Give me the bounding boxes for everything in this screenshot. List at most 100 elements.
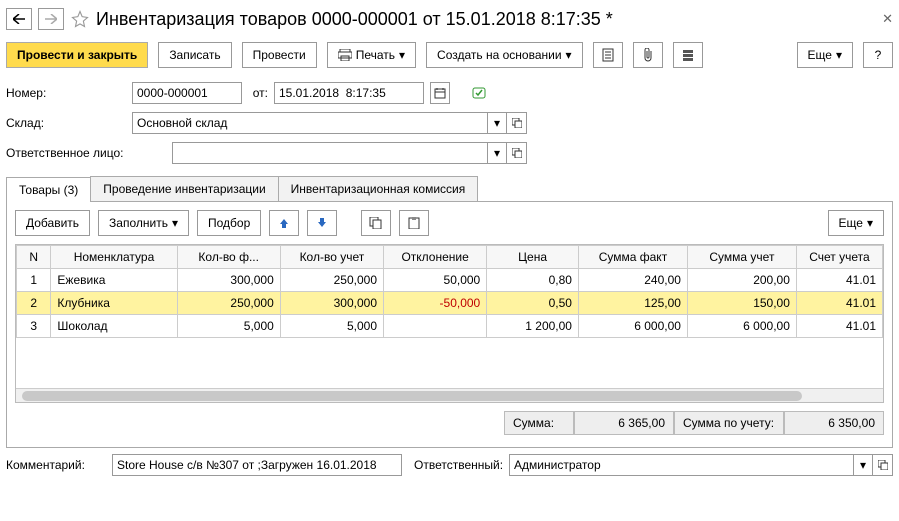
favorite-star-icon[interactable]: [70, 9, 90, 29]
stack-icon: [681, 48, 695, 62]
chevron-down-icon: ▾: [867, 216, 873, 230]
cell-dev[interactable]: [384, 315, 487, 338]
col-nomen[interactable]: Номенклатура: [51, 246, 177, 269]
total-sum-label: Сумма:: [504, 411, 574, 435]
cell-sf[interactable]: 6 000,00: [578, 315, 687, 338]
cell-nomen[interactable]: Клубника: [51, 292, 177, 315]
cell-qf[interactable]: 250,000: [177, 292, 280, 315]
printer-icon: [338, 49, 352, 61]
cell-sa[interactable]: 200,00: [687, 269, 796, 292]
nav-forward-button[interactable]: [38, 8, 64, 30]
goods-table[interactable]: N Номенклатура Кол-во ф... Кол-во учет О…: [16, 245, 883, 338]
cell-n[interactable]: 2: [17, 292, 51, 315]
move-up-button[interactable]: [269, 210, 299, 236]
cell-price[interactable]: 1 200,00: [487, 315, 579, 338]
cell-acc[interactable]: 41.01: [796, 292, 882, 315]
warehouse-dropdown-button[interactable]: ▾: [487, 112, 507, 134]
move-down-button[interactable]: [307, 210, 337, 236]
cell-qa[interactable]: 5,000: [280, 315, 383, 338]
pick-button[interactable]: Подбор: [197, 210, 261, 236]
open-icon: [878, 460, 888, 470]
attach-button[interactable]: [633, 42, 663, 68]
nav-back-button[interactable]: [6, 8, 32, 30]
window-title: Инвентаризация товаров 0000-000001 от 15…: [96, 9, 613, 30]
cell-sa[interactable]: 150,00: [687, 292, 796, 315]
chevron-down-icon: ▾: [172, 216, 178, 230]
total-sum-acc-value: 6 350,00: [784, 411, 884, 435]
post-button[interactable]: Провести: [242, 42, 317, 68]
col-qty-acc[interactable]: Кол-во учет: [280, 246, 383, 269]
bottom-responsible-field[interactable]: [509, 454, 853, 476]
cell-n[interactable]: 3: [17, 315, 51, 338]
table-row[interactable]: 1Ежевика300,000250,00050,0000,80240,0020…: [17, 269, 883, 292]
responsible-label: Ответственное лицо:: [6, 146, 166, 160]
responsible-dropdown-button[interactable]: ▾: [487, 142, 507, 164]
date-field[interactable]: [274, 82, 424, 104]
cell-nomen[interactable]: Ежевика: [51, 269, 177, 292]
fill-button[interactable]: Заполнить ▾: [98, 210, 189, 236]
comment-field[interactable]: [112, 454, 402, 476]
cell-nomen[interactable]: Шоколад: [51, 315, 177, 338]
total-sum-value: 6 365,00: [574, 411, 674, 435]
cell-dev[interactable]: -50,000: [384, 292, 487, 315]
print-label: Печать: [356, 48, 395, 62]
print-button[interactable]: Печать ▾: [327, 42, 416, 68]
cell-sa[interactable]: 6 000,00: [687, 315, 796, 338]
bottom-responsible-open-button[interactable]: [873, 454, 893, 476]
cell-qf[interactable]: 5,000: [177, 315, 280, 338]
number-field[interactable]: [132, 82, 242, 104]
tab-goods[interactable]: Товары (3): [6, 177, 91, 202]
tab-commission[interactable]: Инвентаризационная комиссия: [278, 176, 479, 201]
paste-icon: [407, 217, 421, 229]
col-price[interactable]: Цена: [487, 246, 579, 269]
cell-price[interactable]: 0,80: [487, 269, 579, 292]
responsible-field[interactable]: [172, 142, 487, 164]
help-button[interactable]: ?: [863, 42, 893, 68]
more-button[interactable]: Еще ▾: [797, 42, 853, 68]
cell-qf[interactable]: 300,000: [177, 269, 280, 292]
col-qty-fact[interactable]: Кол-во ф...: [177, 246, 280, 269]
cell-dev[interactable]: 50,000: [384, 269, 487, 292]
table-row[interactable]: 2Клубника250,000300,000-50,0000,50125,00…: [17, 292, 883, 315]
cell-acc[interactable]: 41.01: [796, 315, 882, 338]
horizontal-scrollbar[interactable]: [16, 388, 883, 402]
cell-n[interactable]: 1: [17, 269, 51, 292]
warehouse-label: Склад:: [6, 116, 126, 130]
col-n[interactable]: N: [17, 246, 51, 269]
document-icon: [601, 48, 615, 62]
col-deviation[interactable]: Отклонение: [384, 246, 487, 269]
tab-conduct[interactable]: Проведение инвентаризации: [90, 176, 278, 201]
cell-price[interactable]: 0,50: [487, 292, 579, 315]
cell-sf[interactable]: 125,00: [578, 292, 687, 315]
warehouse-field[interactable]: [132, 112, 487, 134]
save-button[interactable]: Записать: [158, 42, 231, 68]
copy-icon: [369, 217, 383, 229]
cell-sf[interactable]: 240,00: [578, 269, 687, 292]
cell-qa[interactable]: 300,000: [280, 292, 383, 315]
add-row-button[interactable]: Добавить: [15, 210, 90, 236]
table-row[interactable]: 3Шоколад5,0005,0001 200,006 000,006 000,…: [17, 315, 883, 338]
paste-button[interactable]: [399, 210, 429, 236]
grid-more-label: Еще: [839, 216, 863, 230]
col-sum-acc[interactable]: Сумма учет: [687, 246, 796, 269]
responsible-open-button[interactable]: [507, 142, 527, 164]
grid-more-button[interactable]: Еще ▾: [828, 210, 884, 236]
col-sum-fact[interactable]: Сумма факт: [578, 246, 687, 269]
report-button[interactable]: [593, 42, 623, 68]
copy-button[interactable]: [361, 210, 391, 236]
warehouse-open-button[interactable]: [507, 112, 527, 134]
list-button[interactable]: [673, 42, 703, 68]
cell-qa[interactable]: 250,000: [280, 269, 383, 292]
number-label: Номер:: [6, 86, 126, 100]
create-based-button[interactable]: Создать на основании ▾: [426, 42, 583, 68]
bottom-responsible-label: Ответственный:: [414, 458, 503, 472]
comment-label: Комментарий:: [6, 458, 106, 472]
paperclip-icon: [642, 48, 654, 62]
col-account[interactable]: Счет учета: [796, 246, 882, 269]
close-button[interactable]: ✕: [882, 11, 893, 27]
cell-acc[interactable]: 41.01: [796, 269, 882, 292]
post-and-close-button[interactable]: Провести и закрыть: [6, 42, 148, 68]
calendar-button[interactable]: [430, 82, 450, 104]
status-icon: [472, 86, 488, 100]
bottom-responsible-dropdown-button[interactable]: ▾: [853, 454, 873, 476]
